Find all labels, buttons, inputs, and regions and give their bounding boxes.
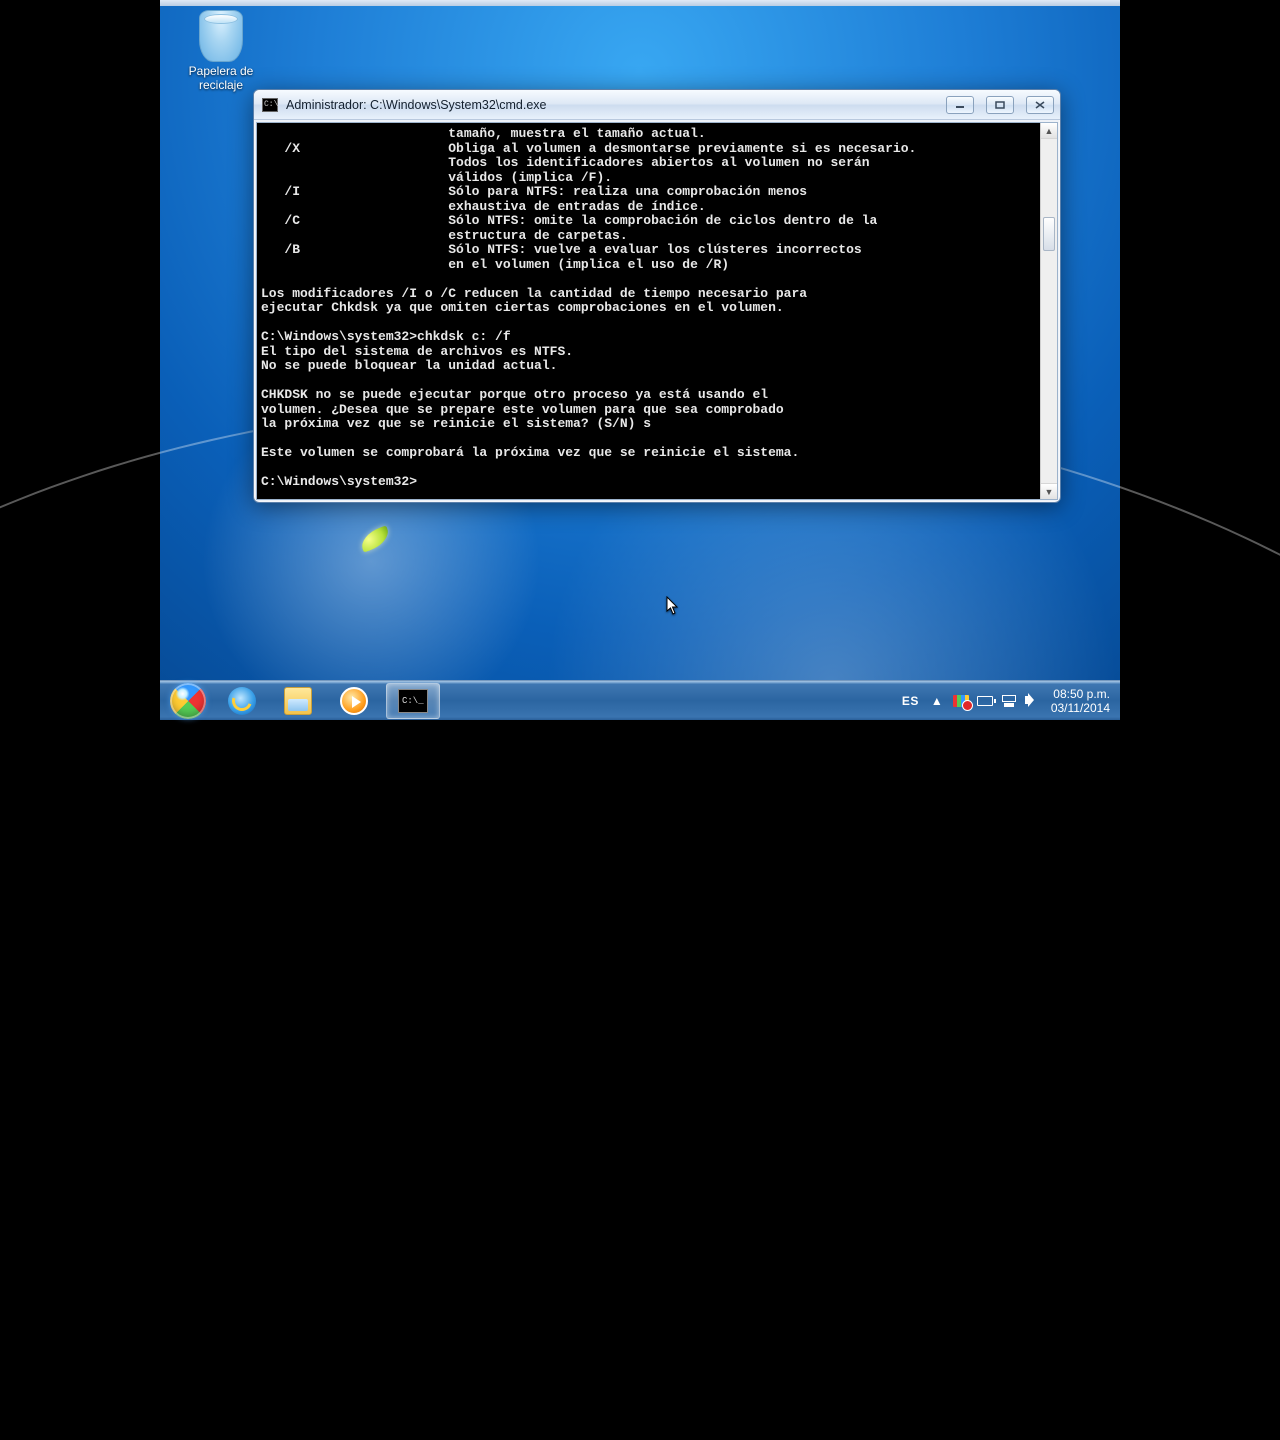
taskbar[interactable]: ES ▲ 08:50 p.m. 03/11/2014 <box>160 680 1120 720</box>
volume-icon <box>1026 694 1040 708</box>
cmd-icon <box>398 689 428 713</box>
start-button[interactable] <box>162 681 214 721</box>
tray-show-hidden-button[interactable]: ▲ <box>929 693 945 709</box>
minimize-button[interactable] <box>946 96 974 114</box>
titlebar[interactable]: Administrador: C:\Windows\System32\cmd.e… <box>254 90 1060 120</box>
scroll-up-button[interactable]: ▲ <box>1041 123 1057 139</box>
taskbar-pin-wmp[interactable] <box>330 683 378 719</box>
screen: Papelera de reciclaje Administrador: C:\… <box>160 0 1120 720</box>
windows-logo-icon <box>170 683 206 719</box>
language-indicator[interactable]: ES <box>902 694 919 708</box>
tray-action-center-icon[interactable] <box>953 693 969 709</box>
taskbar-clock[interactable]: 08:50 p.m. 03/11/2014 <box>1051 687 1110 715</box>
tray-battery-icon[interactable] <box>977 693 993 709</box>
cmd-window[interactable]: Administrador: C:\Windows\System32\cmd.e… <box>253 89 1061 503</box>
clock-date: 03/11/2014 <box>1051 701 1110 715</box>
battery-icon <box>977 696 993 706</box>
scroll-down-button[interactable]: ▼ <box>1041 483 1057 499</box>
system-tray: ▲ <box>929 693 1041 709</box>
maximize-button[interactable] <box>986 96 1014 114</box>
vertical-scrollbar[interactable]: ▲ ▼ <box>1040 123 1057 499</box>
maximize-icon <box>995 101 1005 109</box>
taskbar-task-cmd[interactable] <box>386 683 440 719</box>
close-icon <box>1035 101 1045 109</box>
file-explorer-icon <box>284 687 312 715</box>
clock-time: 08:50 p.m. <box>1051 687 1110 701</box>
media-player-icon <box>340 687 368 715</box>
recycle-bin-icon <box>199 10 243 62</box>
desktop[interactable]: Papelera de reciclaje Administrador: C:\… <box>160 0 1120 720</box>
scroll-track[interactable] <box>1041 139 1057 483</box>
taskbar-pin-explorer[interactable] <box>274 683 322 719</box>
window-title: Administrador: C:\Windows\System32\cmd.e… <box>286 98 547 112</box>
network-icon <box>1001 694 1017 708</box>
minimize-icon <box>955 101 965 109</box>
tray-network-icon[interactable] <box>1001 693 1017 709</box>
recycle-bin-label: Papelera de reciclaje <box>178 64 264 92</box>
tray-volume-icon[interactable] <box>1025 693 1041 709</box>
flag-icon <box>953 695 969 707</box>
close-button[interactable] <box>1026 96 1054 114</box>
internet-explorer-icon <box>228 687 256 715</box>
mouse-cursor <box>666 596 680 616</box>
window-client-area: tamaño, muestra el tamaño actual. /X Obl… <box>256 122 1058 500</box>
cmd-app-icon <box>262 98 278 112</box>
terminal-output[interactable]: tamaño, muestra el tamaño actual. /X Obl… <box>257 123 1040 499</box>
taskbar-pin-ie[interactable] <box>218 683 266 719</box>
scroll-thumb[interactable] <box>1043 217 1055 251</box>
recycle-bin-desktop-icon[interactable]: Papelera de reciclaje <box>178 10 264 92</box>
